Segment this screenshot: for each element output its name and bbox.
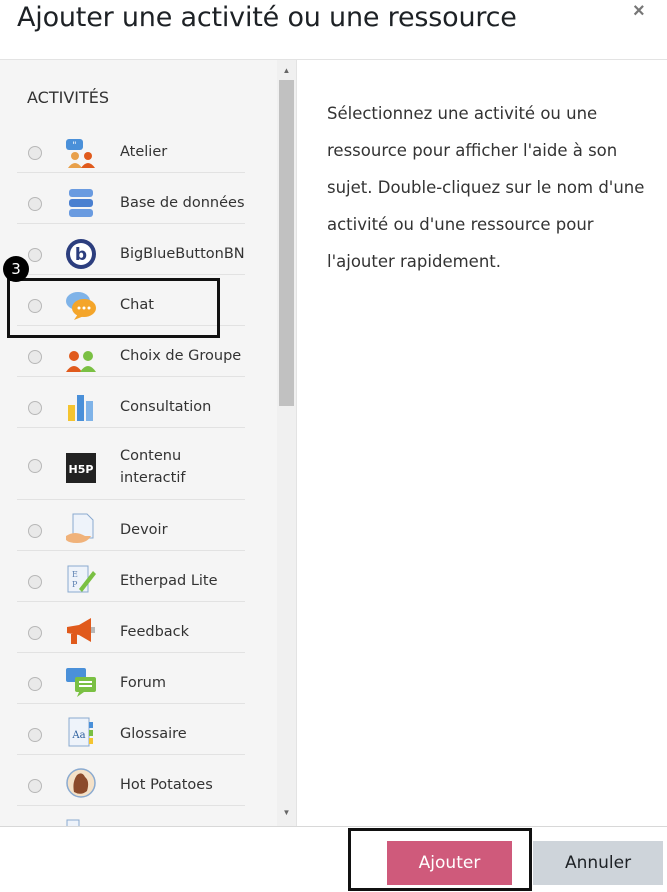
radio-feedback[interactable] — [28, 626, 42, 640]
scroll-up-arrow-icon[interactable]: ▲ — [277, 64, 296, 78]
consultation-icon — [68, 395, 93, 421]
database-icon — [69, 189, 93, 217]
list-item-label: Hot Potatoes — [120, 777, 213, 793]
list-item-label: Etherpad Lite — [120, 573, 218, 589]
list-item-label: Base de données — [120, 195, 245, 211]
help-pane: Sélectionnez une activité ou une ressour… — [297, 60, 667, 826]
list-item-label: Glossaire — [120, 726, 187, 742]
radio-hot-potatoes[interactable] — [28, 779, 42, 793]
activities-section-label: ACTIVITÉS — [27, 88, 110, 107]
svg-text:H5P: H5P — [69, 463, 94, 476]
list-item-label: Choix de Groupe — [120, 348, 242, 364]
dialog-title: Ajouter une activité ou une ressource — [17, 2, 517, 33]
radio-base-de-donnees[interactable] — [28, 197, 42, 211]
feedback-icon — [67, 618, 95, 644]
dialog-header: Ajouter une activité ou une ressource × — [0, 0, 667, 60]
dialog-body: ACTIVITÉS " Atelier Base de données b Bi… — [0, 60, 667, 826]
list-item-forum[interactable]: Forum — [17, 653, 245, 704]
step-badge: 3 — [3, 256, 29, 282]
etherpad-icon: E P — [67, 565, 96, 593]
bigbluebutton-icon: b — [66, 239, 96, 269]
list-item-contenu-interactif[interactable]: H5P Contenu interactif — [17, 428, 245, 500]
list-item-bigbluebutton[interactable]: b BigBlueButtonBN — [17, 224, 245, 275]
list-item-atelier[interactable]: " Atelier — [17, 122, 245, 173]
scrollbar-thumb[interactable] — [279, 80, 294, 406]
list-item-feedback[interactable]: Feedback — [17, 602, 245, 653]
radio-consultation[interactable] — [28, 401, 42, 415]
list-item-label: BigBlueButtonBN — [120, 246, 245, 262]
list-item-glossaire[interactable]: Aa Glossaire — [17, 704, 245, 755]
list-item-label: Devoir — [120, 522, 168, 538]
workshop-icon: " — [66, 139, 95, 168]
radio-atelier[interactable] — [28, 146, 42, 160]
list-item-devoir[interactable]: Devoir — [17, 500, 245, 551]
svg-text:b: b — [75, 245, 87, 265]
list-item-base-de-donnees[interactable]: Base de données — [17, 173, 245, 224]
list-item-label: Contenu interactif — [120, 448, 186, 486]
activity-list-scrollbar[interactable]: ▲ ▼ — [277, 60, 296, 826]
add-activity-dialog: Ajouter une activité ou une ressource × … — [0, 0, 667, 892]
h5p-icon: H5P — [66, 453, 96, 483]
add-button-highlight-box — [348, 828, 532, 891]
activity-list-pane: ACTIVITÉS " Atelier Base de données b Bi… — [0, 60, 297, 826]
radio-glossaire[interactable] — [28, 728, 42, 742]
list-item-label: Forum — [120, 675, 166, 691]
radio-bigbluebutton[interactable] — [28, 248, 42, 262]
list-item-etherpad-lite[interactable]: E P Etherpad Lite — [17, 551, 245, 602]
group-choice-icon — [66, 351, 96, 372]
radio-contenu-interactif[interactable] — [28, 459, 42, 473]
list-item-consultation[interactable]: Consultation — [17, 377, 245, 428]
chat-highlight-box — [7, 278, 220, 338]
cancel-button[interactable]: Annuler — [533, 841, 663, 885]
glossary-icon: Aa — [68, 717, 93, 747]
radio-choix-de-groupe[interactable] — [28, 350, 42, 364]
radio-forum[interactable] — [28, 677, 42, 691]
radio-devoir[interactable] — [28, 524, 42, 538]
help-text: Sélectionnez une activité ou une ressour… — [327, 104, 645, 271]
hot-potatoes-icon — [66, 768, 96, 798]
svg-text:E: E — [72, 570, 78, 579]
dialog-footer: Ajouter Annuler — [0, 826, 667, 892]
svg-text:P: P — [72, 580, 78, 589]
svg-text:Aa: Aa — [71, 730, 85, 741]
close-icon[interactable]: × — [633, 0, 645, 23]
list-item-label: Feedback — [120, 624, 190, 640]
radio-etherpad-lite[interactable] — [28, 575, 42, 589]
partial-item-icon — [66, 819, 80, 826]
list-item-hot-potatoes[interactable]: Hot Potatoes — [17, 755, 245, 806]
scroll-down-arrow-icon[interactable]: ▼ — [277, 806, 296, 820]
forum-icon — [66, 668, 96, 697]
assignment-icon — [66, 513, 94, 543]
svg-text:": " — [72, 141, 76, 151]
list-item-label: Atelier — [120, 144, 168, 160]
list-item-label: Consultation — [120, 399, 212, 415]
